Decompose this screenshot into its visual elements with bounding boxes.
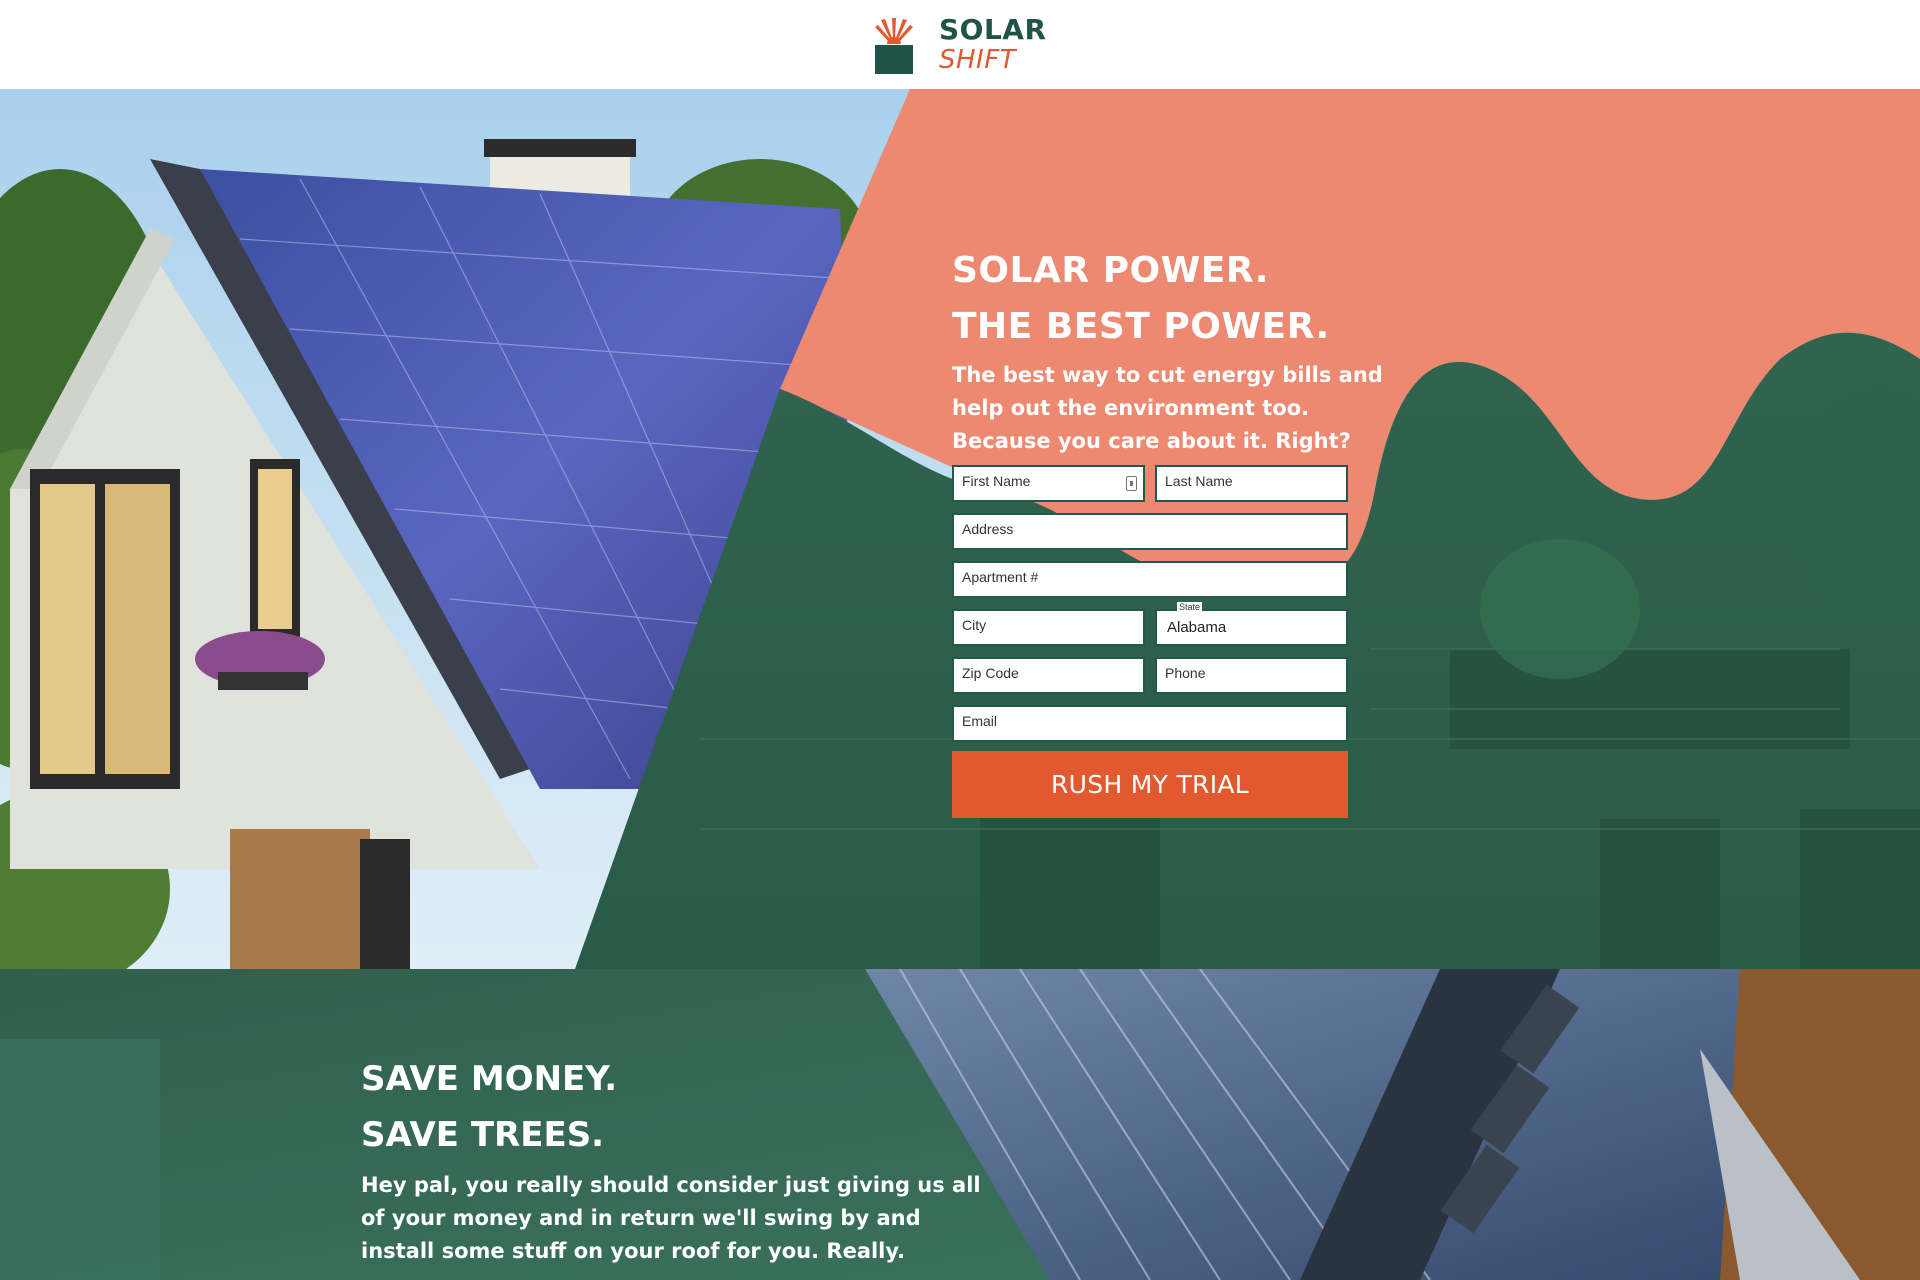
- benefits-headline-line-1: SAVE MONEY.: [361, 1059, 618, 1099]
- phone-field[interactable]: Phone: [1155, 657, 1348, 694]
- hero-headline-line-2: THE BEST POWER.: [952, 306, 1330, 347]
- rush-my-trial-button[interactable]: RUSH MY TRIAL: [952, 751, 1348, 818]
- zip-code-placeholder: Zip Code: [962, 665, 1019, 681]
- email-field[interactable]: Email: [952, 705, 1348, 742]
- state-value: Alabama: [1167, 619, 1227, 636]
- address-field[interactable]: Address: [952, 513, 1348, 550]
- zip-code-field[interactable]: Zip Code: [952, 657, 1145, 694]
- apartment-placeholder: Apartment #: [962, 569, 1039, 585]
- state-select[interactable]: State Alabama: [1155, 602, 1348, 646]
- benefits-body: Hey pal, you really should consider just…: [361, 1173, 981, 1263]
- hero-subtext: The best way to cut energy bills and hel…: [952, 363, 1383, 453]
- first-name-field[interactable]: First Name: [952, 465, 1145, 502]
- brand-line-1: SOLAR: [939, 13, 1047, 46]
- city-placeholder: City: [962, 617, 987, 633]
- brand-wordmark: SOLAR SHIFT: [939, 14, 1047, 76]
- benefits-headline: SAVE MONEY. SAVE TREES.: [361, 1051, 981, 1163]
- hero-section: SOLAR POWER. THE BEST POWER. The best wa…: [0, 89, 1920, 969]
- hero-headline-line-1: SOLAR POWER.: [952, 250, 1269, 291]
- last-name-field[interactable]: Last Name: [1155, 465, 1348, 502]
- brand-line-2: SHIFT: [939, 45, 1017, 75]
- state-label: State: [1177, 602, 1203, 612]
- hero-copy: SOLAR POWER. THE BEST POWER. The best wa…: [952, 243, 1402, 458]
- city-field[interactable]: City: [952, 609, 1145, 646]
- phone-placeholder: Phone: [1165, 665, 1206, 681]
- sun-logo-icon: [875, 16, 913, 74]
- last-name-placeholder: Last Name: [1165, 473, 1233, 489]
- address-placeholder: Address: [962, 521, 1014, 537]
- brand-logo[interactable]: SOLAR SHIFT: [875, 14, 1047, 76]
- first-name-placeholder: First Name: [962, 473, 1031, 489]
- autofill-key-icon[interactable]: [1126, 476, 1137, 491]
- email-placeholder: Email: [962, 713, 998, 729]
- benefits-headline-line-2: SAVE TREES.: [361, 1115, 605, 1155]
- site-header: SOLAR SHIFT: [0, 0, 1920, 89]
- hero-headline: SOLAR POWER. THE BEST POWER.: [952, 243, 1402, 355]
- apartment-field[interactable]: Apartment #: [952, 561, 1348, 598]
- benefits-copy: SAVE MONEY. SAVE TREES. Hey pal, you rea…: [361, 1051, 981, 1268]
- benefits-section: SAVE MONEY. SAVE TREES. Hey pal, you rea…: [0, 969, 1920, 1280]
